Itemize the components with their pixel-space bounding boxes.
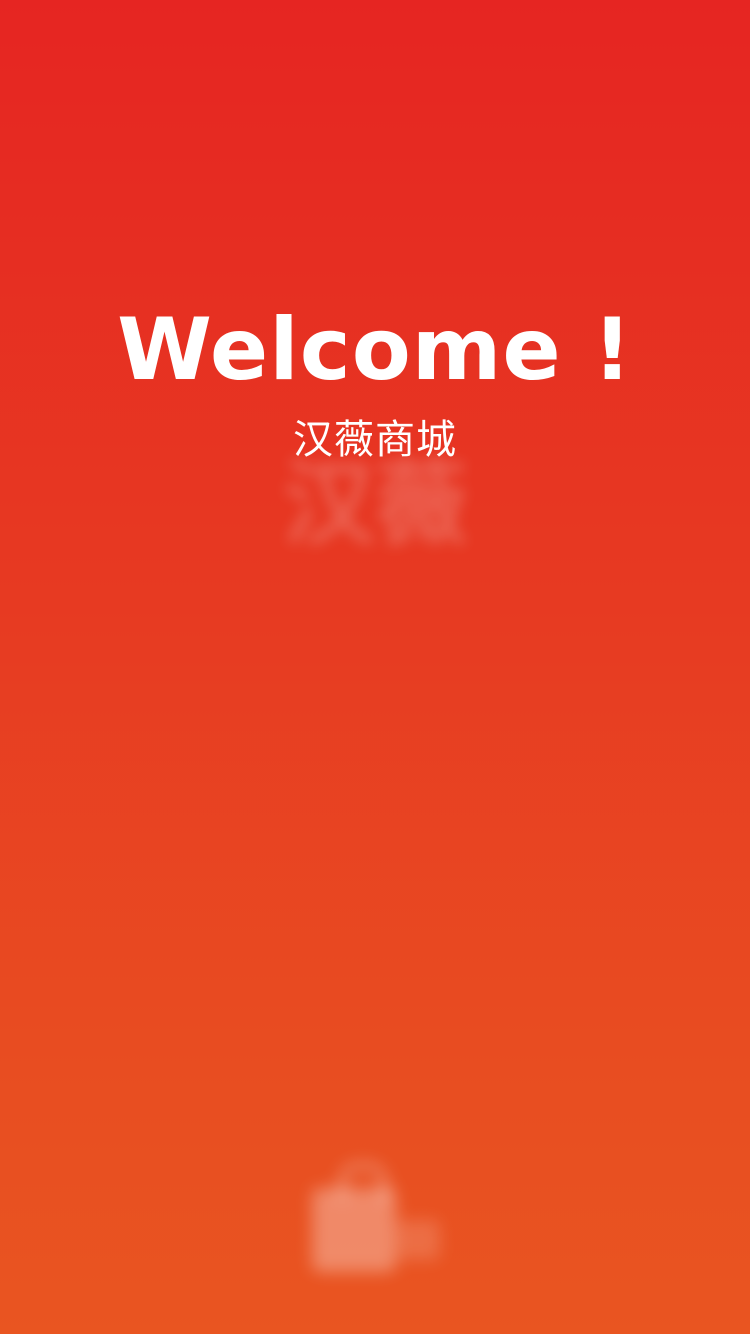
shopping-bag-icon bbox=[300, 1160, 450, 1280]
blurred-brand-watermark: 汉薇 bbox=[282, 455, 467, 555]
welcome-heading: Welcome ! bbox=[117, 300, 633, 400]
app-name-subtitle: 汉薇商城 bbox=[293, 417, 457, 463]
splash-screen: 汉薇 Welcome ! 汉薇商城 bbox=[0, 0, 750, 1334]
